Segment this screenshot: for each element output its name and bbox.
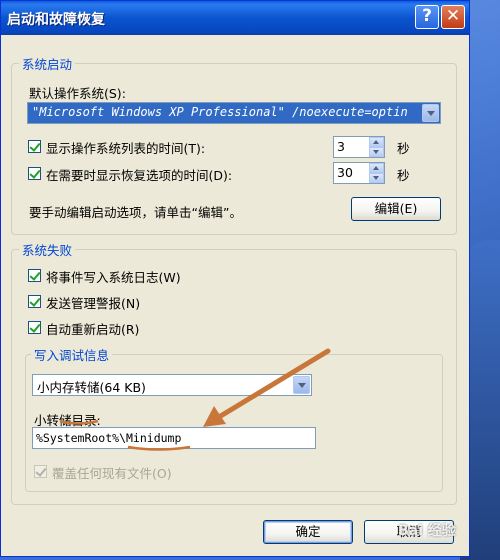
show-os-list-label: 显示操作系统列表的时间(T): (46, 141, 206, 156)
ok-button[interactable]: 确定 (263, 520, 353, 544)
default-os-dropdown-button[interactable] (422, 104, 439, 122)
default-os-value: "Microsoft Windows XP Professional" /noe… (32, 105, 408, 119)
auto-restart-label: 自动重新启动(R) (46, 322, 140, 337)
show-os-list-value: 3 (337, 139, 345, 154)
write-event-checkbox[interactable] (28, 269, 41, 282)
show-recovery-unit: 秒 (397, 168, 410, 183)
show-recovery-spinner[interactable]: 30 (333, 162, 385, 184)
default-os-dropdown[interactable]: "Microsoft Windows XP Professional" /noe… (27, 102, 441, 124)
help-icon: ? (422, 6, 432, 26)
show-os-list-spinner[interactable]: 3 (333, 136, 385, 158)
overwrite-label: 覆盖任何现有文件(O) (52, 466, 172, 481)
close-button[interactable]: ✕ (441, 5, 465, 29)
dump-type-dropdown-button[interactable] (293, 376, 310, 394)
show-recovery-label: 在需要时显示恢复选项的时间(D): (46, 168, 233, 183)
overwrite-checkbox[interactable] (34, 465, 47, 478)
help-button[interactable]: ? (415, 5, 439, 29)
spin-up-icon[interactable] (369, 163, 384, 173)
dump-type-dropdown[interactable]: 小内存转储(64 KB) (32, 374, 312, 396)
startup-recovery-dialog: 启动和故障恢复 ? ✕ 系统启动 默认操作系统(S): "Microsoft W… (0, 0, 470, 557)
show-recovery-value: 30 (337, 165, 353, 180)
system-failure-group-label: 系统失败 (19, 240, 76, 259)
chevron-down-icon (298, 383, 306, 388)
write-event-label: 将事件写入系统日志(W) (46, 270, 181, 285)
title-bar[interactable]: 启动和故障恢复 ? ✕ (1, 1, 469, 35)
send-alert-checkbox[interactable] (28, 295, 41, 308)
close-icon: ✕ (445, 6, 461, 26)
spin-down-icon[interactable] (369, 147, 384, 157)
dump-type-value: 小内存转储(64 KB) (37, 380, 146, 395)
small-dump-dir-value: %SystemRoot%\Minidump (36, 431, 182, 445)
debug-info-group-label: 写入调试信息 (31, 345, 113, 364)
show-recovery-checkbox[interactable] (28, 167, 41, 180)
spin-up-icon[interactable] (369, 137, 384, 147)
auto-restart-checkbox[interactable] (28, 321, 41, 334)
edit-hint: 要手动编辑启动选项，请单击“编辑”。 (29, 205, 242, 220)
startup-group-label: 系统启动 (19, 54, 76, 73)
show-os-list-checkbox[interactable] (28, 140, 41, 153)
watermark: Bai 经验 (398, 523, 456, 539)
small-dump-dir-input[interactable]: %SystemRoot%\Minidump (32, 427, 316, 449)
chevron-down-icon (427, 111, 435, 116)
send-alert-label: 发送管理警报(N) (46, 296, 141, 311)
window-title: 启动和故障恢复 (7, 12, 105, 28)
show-os-list-unit: 秒 (397, 141, 410, 156)
edit-button[interactable]: 编辑(E) (351, 197, 441, 221)
spin-down-icon[interactable] (369, 173, 384, 183)
default-os-label: 默认操作系统(S): (29, 86, 126, 101)
